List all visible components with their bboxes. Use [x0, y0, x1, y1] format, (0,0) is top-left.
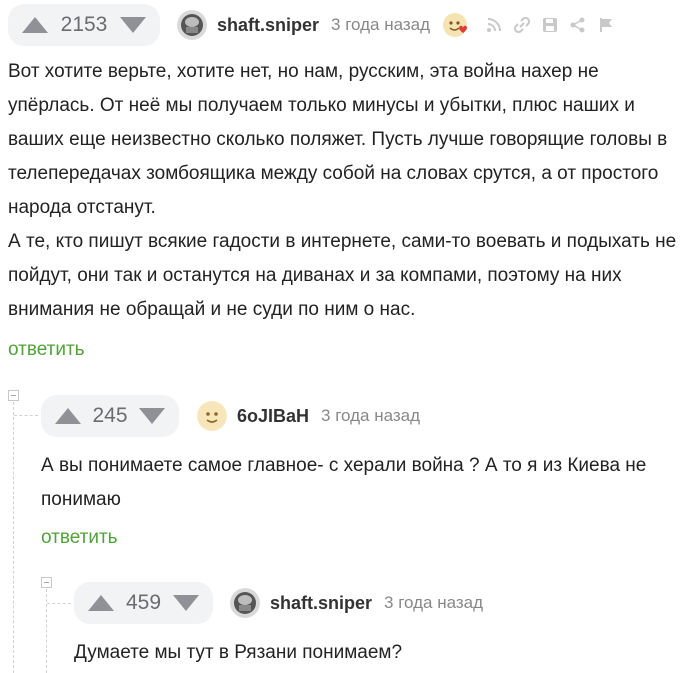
- comment-paragraph: Думаете мы тут в Рязани понимаем?: [74, 642, 403, 663]
- comment-body: А вы понимаете самое главное- с херали в…: [41, 449, 661, 517]
- rating-value: 2153: [60, 13, 108, 36]
- collapse-thread-button[interactable]: [41, 577, 52, 588]
- upvote-icon[interactable]: [88, 595, 114, 611]
- upvote-icon[interactable]: [55, 408, 81, 424]
- reply-link[interactable]: ответить: [8, 339, 85, 361]
- save-icon[interactable]: [542, 17, 558, 33]
- avatar[interactable]: [177, 10, 207, 40]
- comment-body: Вот хотите верьте, хотите нет, но нам, р…: [8, 55, 688, 327]
- rss-icon[interactable]: [486, 17, 502, 33]
- comment-header: 2153 shaft.sniper 3 года назад: [8, 4, 614, 46]
- downvote-icon[interactable]: [172, 595, 199, 611]
- rating-value: 459: [125, 591, 162, 614]
- avatar[interactable]: [230, 588, 260, 618]
- comment-actions: [486, 17, 614, 33]
- comment-header: 459 shaft.sniper 3 года назад: [74, 582, 483, 624]
- comment-header: 245 6oJIBaH 3 года назад: [41, 395, 420, 437]
- avatar[interactable]: [197, 401, 227, 431]
- rating-block: 2153: [8, 4, 160, 46]
- downvote-icon[interactable]: [120, 17, 146, 33]
- thread-line: [46, 589, 47, 673]
- downvote-icon[interactable]: [138, 408, 165, 424]
- rating-value: 245: [92, 404, 128, 427]
- share-icon[interactable]: [570, 17, 586, 33]
- comment-time[interactable]: 3 года назад: [331, 15, 430, 35]
- link-icon[interactable]: [514, 17, 531, 33]
- thread-line: [14, 415, 38, 416]
- flag-icon[interactable]: [598, 17, 614, 33]
- comment-time[interactable]: 3 года назад: [384, 593, 483, 613]
- upvote-icon[interactable]: [22, 17, 48, 33]
- award-icon[interactable]: [442, 11, 470, 39]
- author-name[interactable]: shaft.sniper: [217, 15, 319, 36]
- rating-block: 245: [41, 395, 179, 437]
- thread-line: [13, 402, 14, 673]
- rating-block: 459: [74, 582, 213, 624]
- author-name[interactable]: 6oJIBaH: [237, 406, 309, 427]
- collapse-thread-button[interactable]: [8, 390, 19, 401]
- comment-paragraph: А вы понимаете самое главное- с херали в…: [41, 455, 647, 510]
- author-name[interactable]: shaft.sniper: [270, 593, 372, 614]
- thread-line: [47, 603, 71, 604]
- comment-paragraph: А те, кто пишут всякие гадости в интерне…: [8, 231, 677, 320]
- comment-body: Думаете мы тут в Рязани понимаем?: [74, 636, 674, 670]
- reply-link[interactable]: ответить: [41, 527, 118, 549]
- comment-time[interactable]: 3 года назад: [321, 406, 420, 426]
- comment-paragraph: Вот хотите верьте, хотите нет, но нам, р…: [8, 61, 668, 218]
